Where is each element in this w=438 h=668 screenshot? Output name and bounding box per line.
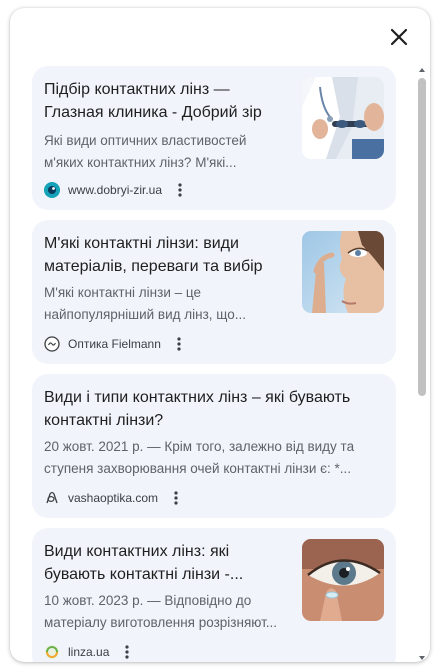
scrollbar-thumb[interactable]	[418, 78, 426, 396]
more-options-icon[interactable]	[172, 181, 188, 199]
close-icon	[390, 28, 408, 46]
scroll-down-arrow-icon[interactable]	[418, 654, 426, 662]
result-snippet: 10 жовт. 2023 р. — Відповідно до матеріа…	[44, 593, 278, 630]
scrollbar[interactable]	[418, 66, 426, 662]
result-title[interactable]: Види і типи контактних лінз – які бувают…	[44, 386, 374, 432]
result-card-dobryi-zir[interactable]: Підбір контактних лінз — Глазная клиника…	[32, 66, 396, 210]
result-title[interactable]: М'які контактні лінзи: види матеріалів, …	[44, 232, 284, 278]
result-source[interactable]: www.dobryi-zir.ua	[44, 180, 188, 200]
close-button[interactable]	[388, 26, 410, 48]
source-name: linza.ua	[68, 645, 110, 659]
woman-inserting-lens-image[interactable]	[302, 231, 384, 313]
result-title[interactable]: Види контактних лінз: які бувають контак…	[44, 540, 284, 586]
more-options-icon[interactable]	[119, 643, 135, 661]
result-title[interactable]: Підбір контактних лінз — Глазная клиника…	[44, 78, 284, 124]
result-card-vashaoptika[interactable]: Види і типи контактних лінз – які бувают…	[32, 374, 396, 518]
result-source[interactable]: vashaoptika.com	[44, 488, 184, 508]
source-name: vashaoptika.com	[68, 491, 159, 505]
result-snippet: 20 жовт. 2021 р. — Крім того, залежно ві…	[44, 439, 355, 476]
doctor-holding-lenses-image[interactable]	[302, 77, 384, 159]
result-snippet: Які види оптичних властивостей м'яких ко…	[44, 133, 247, 170]
result-card-linza[interactable]: Види контактних лінз: які бувають контак…	[32, 528, 396, 662]
vashaoptika-logo-icon	[46, 491, 58, 504]
eye-closeup-lens-image[interactable]	[302, 539, 384, 621]
result-source[interactable]: Оптика Fielmann	[44, 334, 187, 354]
source-name: www.dobryi-zir.ua	[68, 183, 163, 197]
eye-logo-icon	[44, 182, 60, 198]
linza-logo-icon	[45, 645, 59, 659]
result-snippet: М'які контактні лінзи – це найпопулярніш…	[44, 285, 246, 322]
result-card-fielmann[interactable]: М'які контактні лінзи: види матеріалів, …	[32, 220, 396, 364]
search-results-panel: Підбір контактних лінз — Глазная клиника…	[10, 8, 430, 662]
more-options-icon[interactable]	[171, 335, 187, 353]
fielmann-logo-icon	[44, 336, 60, 352]
more-options-icon[interactable]	[168, 489, 184, 507]
result-source[interactable]: linza.ua	[44, 642, 135, 662]
results-list[interactable]: Підбір контактних лінз — Глазная клиника…	[32, 66, 406, 662]
source-name: Оптика Fielmann	[68, 337, 161, 351]
scroll-up-arrow-icon[interactable]	[418, 66, 426, 74]
